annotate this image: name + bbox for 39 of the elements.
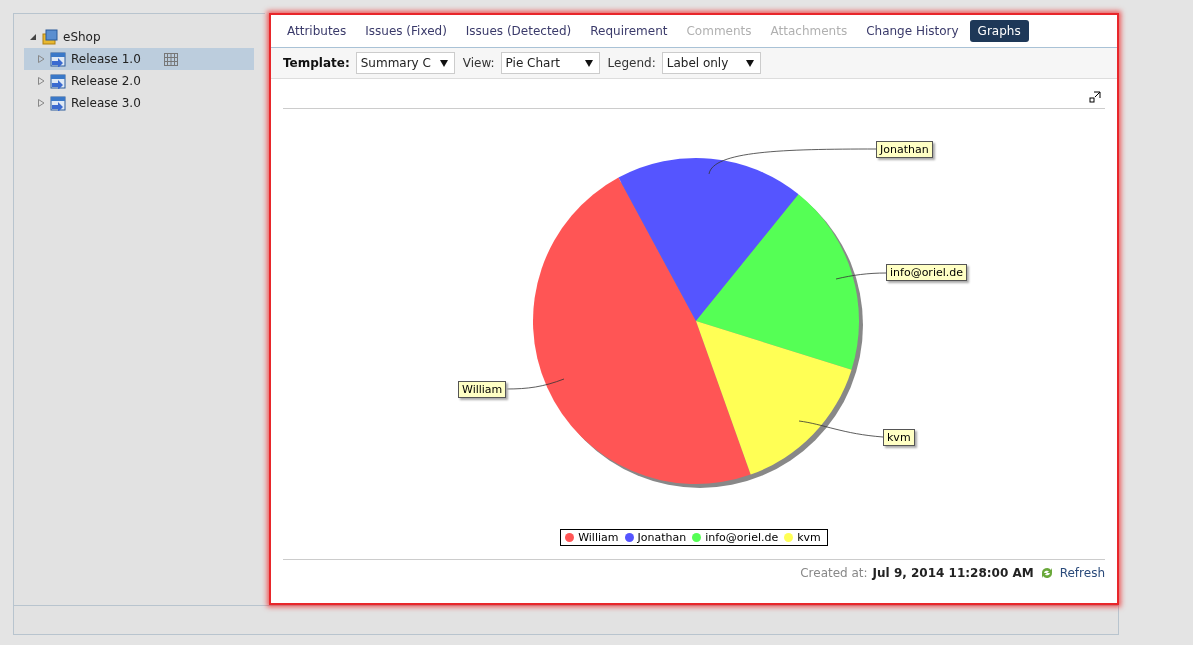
calendar-icon	[50, 95, 66, 111]
caret-icon	[439, 59, 448, 67]
dropdown[interactable]: Label only	[661, 52, 761, 74]
tree-item[interactable]: Release 2.0	[24, 70, 254, 92]
created-label: Created at:	[800, 566, 868, 580]
calendar-icon	[50, 73, 66, 89]
created-date: Jul 9, 2014 11:28:00 AM	[872, 566, 1034, 580]
tab[interactable]: Graphs	[969, 20, 1029, 42]
tab[interactable]: Attributes	[279, 20, 355, 42]
caret-icon	[584, 59, 593, 67]
legend-label: info@oriel.de	[705, 531, 779, 544]
field-label: View:	[462, 56, 495, 70]
dropdown[interactable]: Summary C	[355, 52, 455, 74]
leader-line	[505, 378, 565, 390]
expand-icon[interactable]	[30, 33, 37, 41]
tab[interactable]: Issues (Fixed)	[357, 20, 455, 42]
field-label: Legend:	[607, 56, 656, 70]
legend-label: kvm	[797, 531, 821, 544]
grid-icon[interactable]	[163, 52, 178, 66]
tab[interactable]: Change History	[858, 20, 967, 42]
legend-label: William	[578, 531, 619, 544]
dropdown[interactable]: Pie Chart	[500, 52, 600, 74]
slice-label: kvm	[883, 429, 915, 446]
tree-item[interactable]: Release 1.0	[24, 48, 254, 70]
refresh-link[interactable]: Refresh	[1059, 566, 1105, 580]
slice-label: William	[458, 381, 507, 398]
tree-item[interactable]: Release 3.0	[24, 92, 254, 114]
tab[interactable]: Requirement	[582, 20, 676, 42]
tab[interactable]: Issues (Detected)	[457, 20, 580, 42]
expand-icon[interactable]	[1089, 91, 1101, 103]
slice-label: Jonathan	[876, 141, 933, 158]
caret-icon	[745, 59, 754, 67]
slice-label: info@oriel.de	[886, 264, 967, 281]
tree-item[interactable]: eShop	[24, 26, 254, 48]
legend-label: Jonathan	[637, 531, 687, 544]
calendar-icon	[50, 51, 66, 67]
folder-icon	[42, 29, 58, 45]
field-label: Template:	[283, 56, 350, 70]
leader-line	[835, 272, 887, 280]
